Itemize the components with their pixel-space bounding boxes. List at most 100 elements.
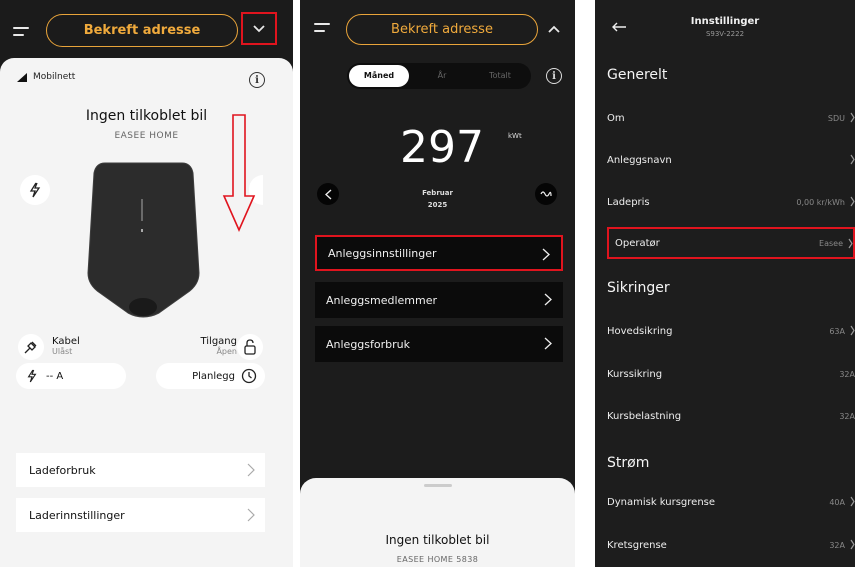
chart-toggle-button[interactable] [535,183,557,205]
section-heading-power: Strøm [607,455,650,471]
row-value: 40A [829,497,845,507]
page-title: Innstillinger [690,16,760,27]
period-tabs: Måned År Totalt [347,63,531,89]
charger-bottom-sheet[interactable]: Ingen tilkoblet bil EASEE HOME 5838 [300,478,575,567]
tab-year[interactable]: År [415,63,469,89]
top-bar: Bekreft adresse [0,0,293,60]
chevron-right-icon [542,248,550,261]
sheet-drag-handle[interactable] [424,484,452,487]
plug-icon [24,341,37,354]
chevron-right-icon [850,112,855,123]
menu-item-laderinnstillinger[interactable]: Laderinnstillinger [16,498,265,532]
settings-row-main-fuse[interactable]: Hovedsikring 63A [607,316,855,346]
network-label: Mobilnett [33,72,76,82]
menu-item-anleggsinnstillinger[interactable]: Anleggsinnstillinger [315,235,563,271]
menu-icon[interactable] [314,23,330,33]
top-bar: Bekreft adresse [300,0,575,60]
bolt-icon [27,369,37,383]
menu-item-ladeforbruk[interactable]: Ladeforbruk [16,453,265,487]
row-value: 32A [839,369,855,379]
screen-site-overview: Bekreft adresse Måned År Totalt i 297 kW… [300,0,575,567]
chevron-right-icon [247,463,255,477]
chevron-right-icon [848,238,853,249]
row-label: Dynamisk kursgrense [607,496,716,508]
chevron-down-icon [253,24,265,32]
current-limit-card[interactable]: -- A [16,363,126,389]
info-icon[interactable]: i [249,72,265,88]
access-status: Tilgang Åpen [200,336,237,356]
chevron-right-icon [850,539,855,550]
expand-toggle-button[interactable] [241,12,277,45]
signal-icon [17,72,27,82]
row-label: Anleggsnavn [607,154,672,166]
chevron-right-icon [850,154,855,165]
menu-icon[interactable] [13,27,29,37]
row-value: 63A [829,326,845,336]
charger-panel: Mobilnett i Ingen tilkoblet bil EASEE HO… [0,58,293,567]
row-label: Kretsgrense [607,539,667,551]
charger-image [87,162,200,318]
settings-row-circuit-fuse[interactable]: Kurssikring 32A [607,359,855,389]
down-arrow-annotation-icon [222,114,256,232]
menu-item-anleggsmedlemmer[interactable]: Anleggsmedlemmer [315,282,563,318]
menu-item-label: Laderinnstillinger [29,508,125,522]
menu-item-label: Ladeforbruk [29,463,96,477]
access-icon-button[interactable] [237,334,263,360]
tab-month[interactable]: Måned [349,65,409,87]
row-label: Kursbelastning [607,410,682,422]
confirm-address-button[interactable]: Bekreft adresse [346,14,538,45]
chevron-right-icon [544,337,552,350]
access-open-status: Åpen [216,347,237,356]
chevron-right-icon [850,496,855,507]
schedule-label: Planlegg [192,370,235,382]
chevron-up-icon[interactable] [548,25,560,33]
settings-row-operator[interactable]: Operatør Easee [607,227,855,259]
selected-period: Februar 2025 [300,187,575,211]
cable-label: Kabel [52,336,80,347]
cable-lock-status: Ulåst [52,347,73,356]
month-label: Februar [422,189,453,197]
charge-button[interactable] [20,175,50,205]
menu-item-label: Anleggsforbruk [326,337,410,351]
cable-icon-button[interactable] [18,334,44,360]
settings-row-about[interactable]: Om SDU [607,103,855,133]
menu-item-anleggsforbruk[interactable]: Anleggsforbruk [315,326,563,362]
clock-icon [241,368,257,384]
chevron-right-icon [850,196,855,207]
row-label: Kurssikring [607,368,663,380]
current-value: -- A [46,370,64,382]
tab-total[interactable]: Totalt [471,63,529,89]
row-value: SDU [827,113,845,123]
row-label: Ladepris [607,196,650,208]
chevron-right-icon [544,293,552,306]
row-value: 0,00 kr/kWh [796,197,845,207]
row-value: 32A [829,540,845,550]
settings-row-circuit-load[interactable]: Kursbelastning 32A [607,401,855,431]
settings-row-circuit-limit[interactable]: Kretsgrense 32A [607,530,855,560]
cable-status: Kabel Ulåst [52,336,80,356]
settings-row-site-name[interactable]: Anleggsnavn [607,145,855,175]
row-label: Om [607,112,625,124]
chart-wave-icon [540,191,552,197]
row-value: Easee [819,238,843,248]
section-heading-general: Generelt [607,67,668,83]
unlock-icon [244,339,256,355]
section-heading-fuses: Sikringer [607,280,670,296]
chevron-right-icon [247,508,255,522]
energy-value: 297 [400,122,484,173]
menu-item-label: Anleggsmedlemmer [326,293,438,307]
row-value: 32A [839,411,855,421]
access-label: Tilgang [200,336,237,347]
chevron-right-icon [850,325,855,336]
sheet-title: Ingen tilkoblet bil [385,533,490,547]
page-subtitle: S93V-2222 [705,30,745,38]
year-label: 2025 [427,201,448,209]
confirm-address-button[interactable]: Bekreft adresse [46,14,238,47]
schedule-button[interactable]: Planlegg [156,363,265,389]
info-icon[interactable]: i [546,68,562,84]
menu-item-label: Anleggsinnstillinger [328,246,437,260]
bolt-icon [29,182,41,198]
sheet-subtitle: EASEE HOME 5838 [396,555,479,564]
settings-row-dynamic-circuit-limit[interactable]: Dynamisk kursgrense 40A [607,487,855,517]
settings-row-charge-price[interactable]: Ladepris 0,00 kr/kWh [607,187,855,217]
